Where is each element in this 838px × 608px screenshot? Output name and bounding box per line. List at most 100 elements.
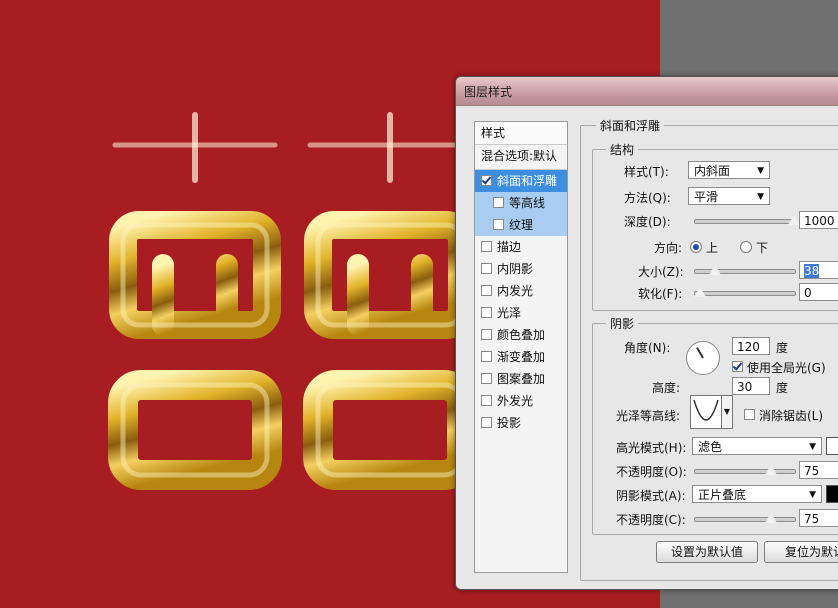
bevel-emboss-panel: 斜面和浮雕 结构 样式(T): 内斜面 ▼ 方法(Q): 平滑 ▼ 深度(D): 1…	[580, 111, 838, 581]
blending-options-item[interactable]: 混合选项:默认	[475, 145, 567, 170]
style-item-0[interactable]: 斜面和浮雕	[475, 170, 567, 192]
contour-curve-icon	[693, 399, 719, 421]
technique-select[interactable]: 平滑 ▼	[688, 187, 770, 205]
style-item-label: 投影	[497, 416, 522, 430]
gloss-contour-dropdown[interactable]: ▼	[721, 395, 733, 429]
depth-slider[interactable]	[694, 219, 796, 224]
size-input[interactable]: 38	[799, 261, 838, 279]
style-item-label: 描边	[497, 240, 522, 254]
direction-down-radio[interactable]	[740, 241, 752, 253]
shadow-color-swatch[interactable]	[826, 485, 838, 503]
style-item-checkbox[interactable]	[481, 417, 492, 428]
chevron-down-icon: ▼	[809, 490, 816, 500]
shadow-mode-value: 正片叠底	[698, 488, 747, 502]
styles-header[interactable]: 样式	[475, 122, 567, 145]
anti-aliased-label: 消除锯齿(L)	[759, 409, 824, 423]
reset-default-button[interactable]: 复位为默认	[764, 541, 838, 563]
highlight-mode-value: 滤色	[698, 440, 723, 454]
style-item-checkbox[interactable]	[481, 351, 492, 362]
opacity2-input[interactable]: 75	[799, 509, 838, 527]
style-item-11[interactable]: 投影	[475, 412, 567, 434]
angle-dial-needle	[696, 347, 704, 359]
style-item-10[interactable]: 外发光	[475, 390, 567, 412]
bevel-section-title: 斜面和浮雕	[596, 117, 665, 134]
altitude-input[interactable]: 30	[732, 377, 770, 395]
style-item-checkbox[interactable]	[481, 395, 492, 406]
opacity1-label: 不透明度(O):	[616, 465, 687, 479]
style-item-label: 内阴影	[497, 262, 534, 276]
chevron-down-icon: ▼	[757, 192, 764, 202]
style-label: 样式(T):	[624, 165, 669, 179]
highlight-color-swatch[interactable]	[826, 437, 838, 455]
structure-title: 结构	[606, 141, 639, 158]
angle-dial[interactable]	[686, 341, 720, 375]
style-item-label: 内发光	[497, 284, 534, 298]
highlight-mode-label: 高光模式(H):	[616, 441, 687, 455]
size-slider-thumb[interactable]	[708, 264, 723, 276]
opacity1-input[interactable]: 75	[799, 461, 838, 479]
style-item-1[interactable]: 等高线	[475, 192, 567, 214]
direction-label: 方向:	[654, 241, 683, 255]
style-item-3[interactable]: 描边	[475, 236, 567, 258]
style-item-checkbox[interactable]	[481, 241, 492, 252]
style-item-9[interactable]: 图案叠加	[475, 368, 567, 390]
angle-input[interactable]: 120	[732, 337, 770, 355]
opacity1-slider[interactable]	[694, 469, 796, 474]
technique-label: 方法(Q):	[624, 191, 671, 205]
style-item-checkbox[interactable]	[493, 219, 504, 230]
dialog-titlebar[interactable]: 图层样式	[456, 77, 838, 106]
soften-label: 软化(F):	[638, 287, 683, 301]
style-item-label: 渐变叠加	[497, 350, 546, 364]
style-item-label: 纹理	[509, 218, 534, 232]
style-item-6[interactable]: 光泽	[475, 302, 567, 324]
opacity1-slider-thumb[interactable]	[763, 464, 778, 476]
style-item-8[interactable]: 渐变叠加	[475, 346, 567, 368]
opacity2-slider-thumb[interactable]	[763, 512, 778, 524]
opacity2-slider[interactable]	[694, 517, 796, 522]
style-item-5[interactable]: 内发光	[475, 280, 567, 302]
soften-slider[interactable]	[694, 291, 796, 296]
shadow-mode-select[interactable]: 正片叠底 ▼	[692, 485, 822, 503]
shading-title: 阴影	[606, 315, 639, 332]
style-item-checkbox[interactable]	[481, 285, 492, 296]
style-item-checkbox[interactable]	[493, 197, 504, 208]
global-light-label: 使用全局光(G)	[747, 361, 826, 375]
style-item-7[interactable]: 颜色叠加	[475, 324, 567, 346]
style-item-checkbox[interactable]	[481, 329, 492, 340]
global-light-checkbox[interactable]	[732, 361, 743, 372]
make-default-button[interactable]: 设置为默认值	[656, 541, 758, 563]
style-item-label: 等高线	[509, 196, 546, 210]
style-item-2[interactable]: 纹理	[475, 214, 567, 236]
layer-style-dialog: 图层样式 样式 混合选项:默认 斜面和浮雕等高线纹理描边内阴影内发光光泽颜色叠加…	[455, 76, 838, 590]
angle-label: 角度(N):	[624, 341, 671, 355]
anti-aliased-checkbox[interactable]	[744, 409, 755, 420]
depth-label: 深度(D):	[624, 215, 671, 229]
soften-slider-thumb[interactable]	[693, 286, 707, 298]
style-item-label: 图案叠加	[497, 372, 546, 386]
size-label: 大小(Z):	[638, 265, 684, 279]
style-item-label: 颜色叠加	[497, 328, 546, 342]
direction-down-label: 下	[756, 241, 769, 255]
style-item-label: 光泽	[497, 306, 522, 320]
style-select-value: 内斜面	[694, 164, 731, 178]
style-select[interactable]: 内斜面 ▼	[688, 161, 770, 179]
gloss-contour-picker[interactable]	[690, 395, 722, 429]
style-item-checkbox[interactable]	[481, 263, 492, 274]
style-item-checkbox[interactable]	[481, 373, 492, 384]
technique-select-value: 平滑	[694, 190, 719, 204]
chevron-down-icon: ▼	[757, 166, 764, 176]
style-item-4[interactable]: 内阴影	[475, 258, 567, 280]
altitude-label: 高度:	[652, 381, 681, 395]
soften-input[interactable]: 0	[799, 283, 838, 301]
style-item-checkbox[interactable]	[481, 175, 492, 186]
direction-up-radio[interactable]	[690, 241, 702, 253]
style-item-checkbox[interactable]	[481, 307, 492, 318]
highlight-mode-select[interactable]: 滤色 ▼	[692, 437, 822, 455]
style-item-label: 外发光	[497, 394, 534, 408]
depth-input[interactable]: 1000	[799, 211, 838, 229]
altitude-unit: 度	[776, 381, 789, 395]
gloss-contour-label: 光泽等高线:	[616, 409, 681, 423]
chevron-down-icon: ▼	[809, 442, 816, 452]
opacity2-label: 不透明度(C):	[616, 513, 686, 527]
style-list: 样式 混合选项:默认 斜面和浮雕等高线纹理描边内阴影内发光光泽颜色叠加渐变叠加图…	[474, 121, 568, 573]
